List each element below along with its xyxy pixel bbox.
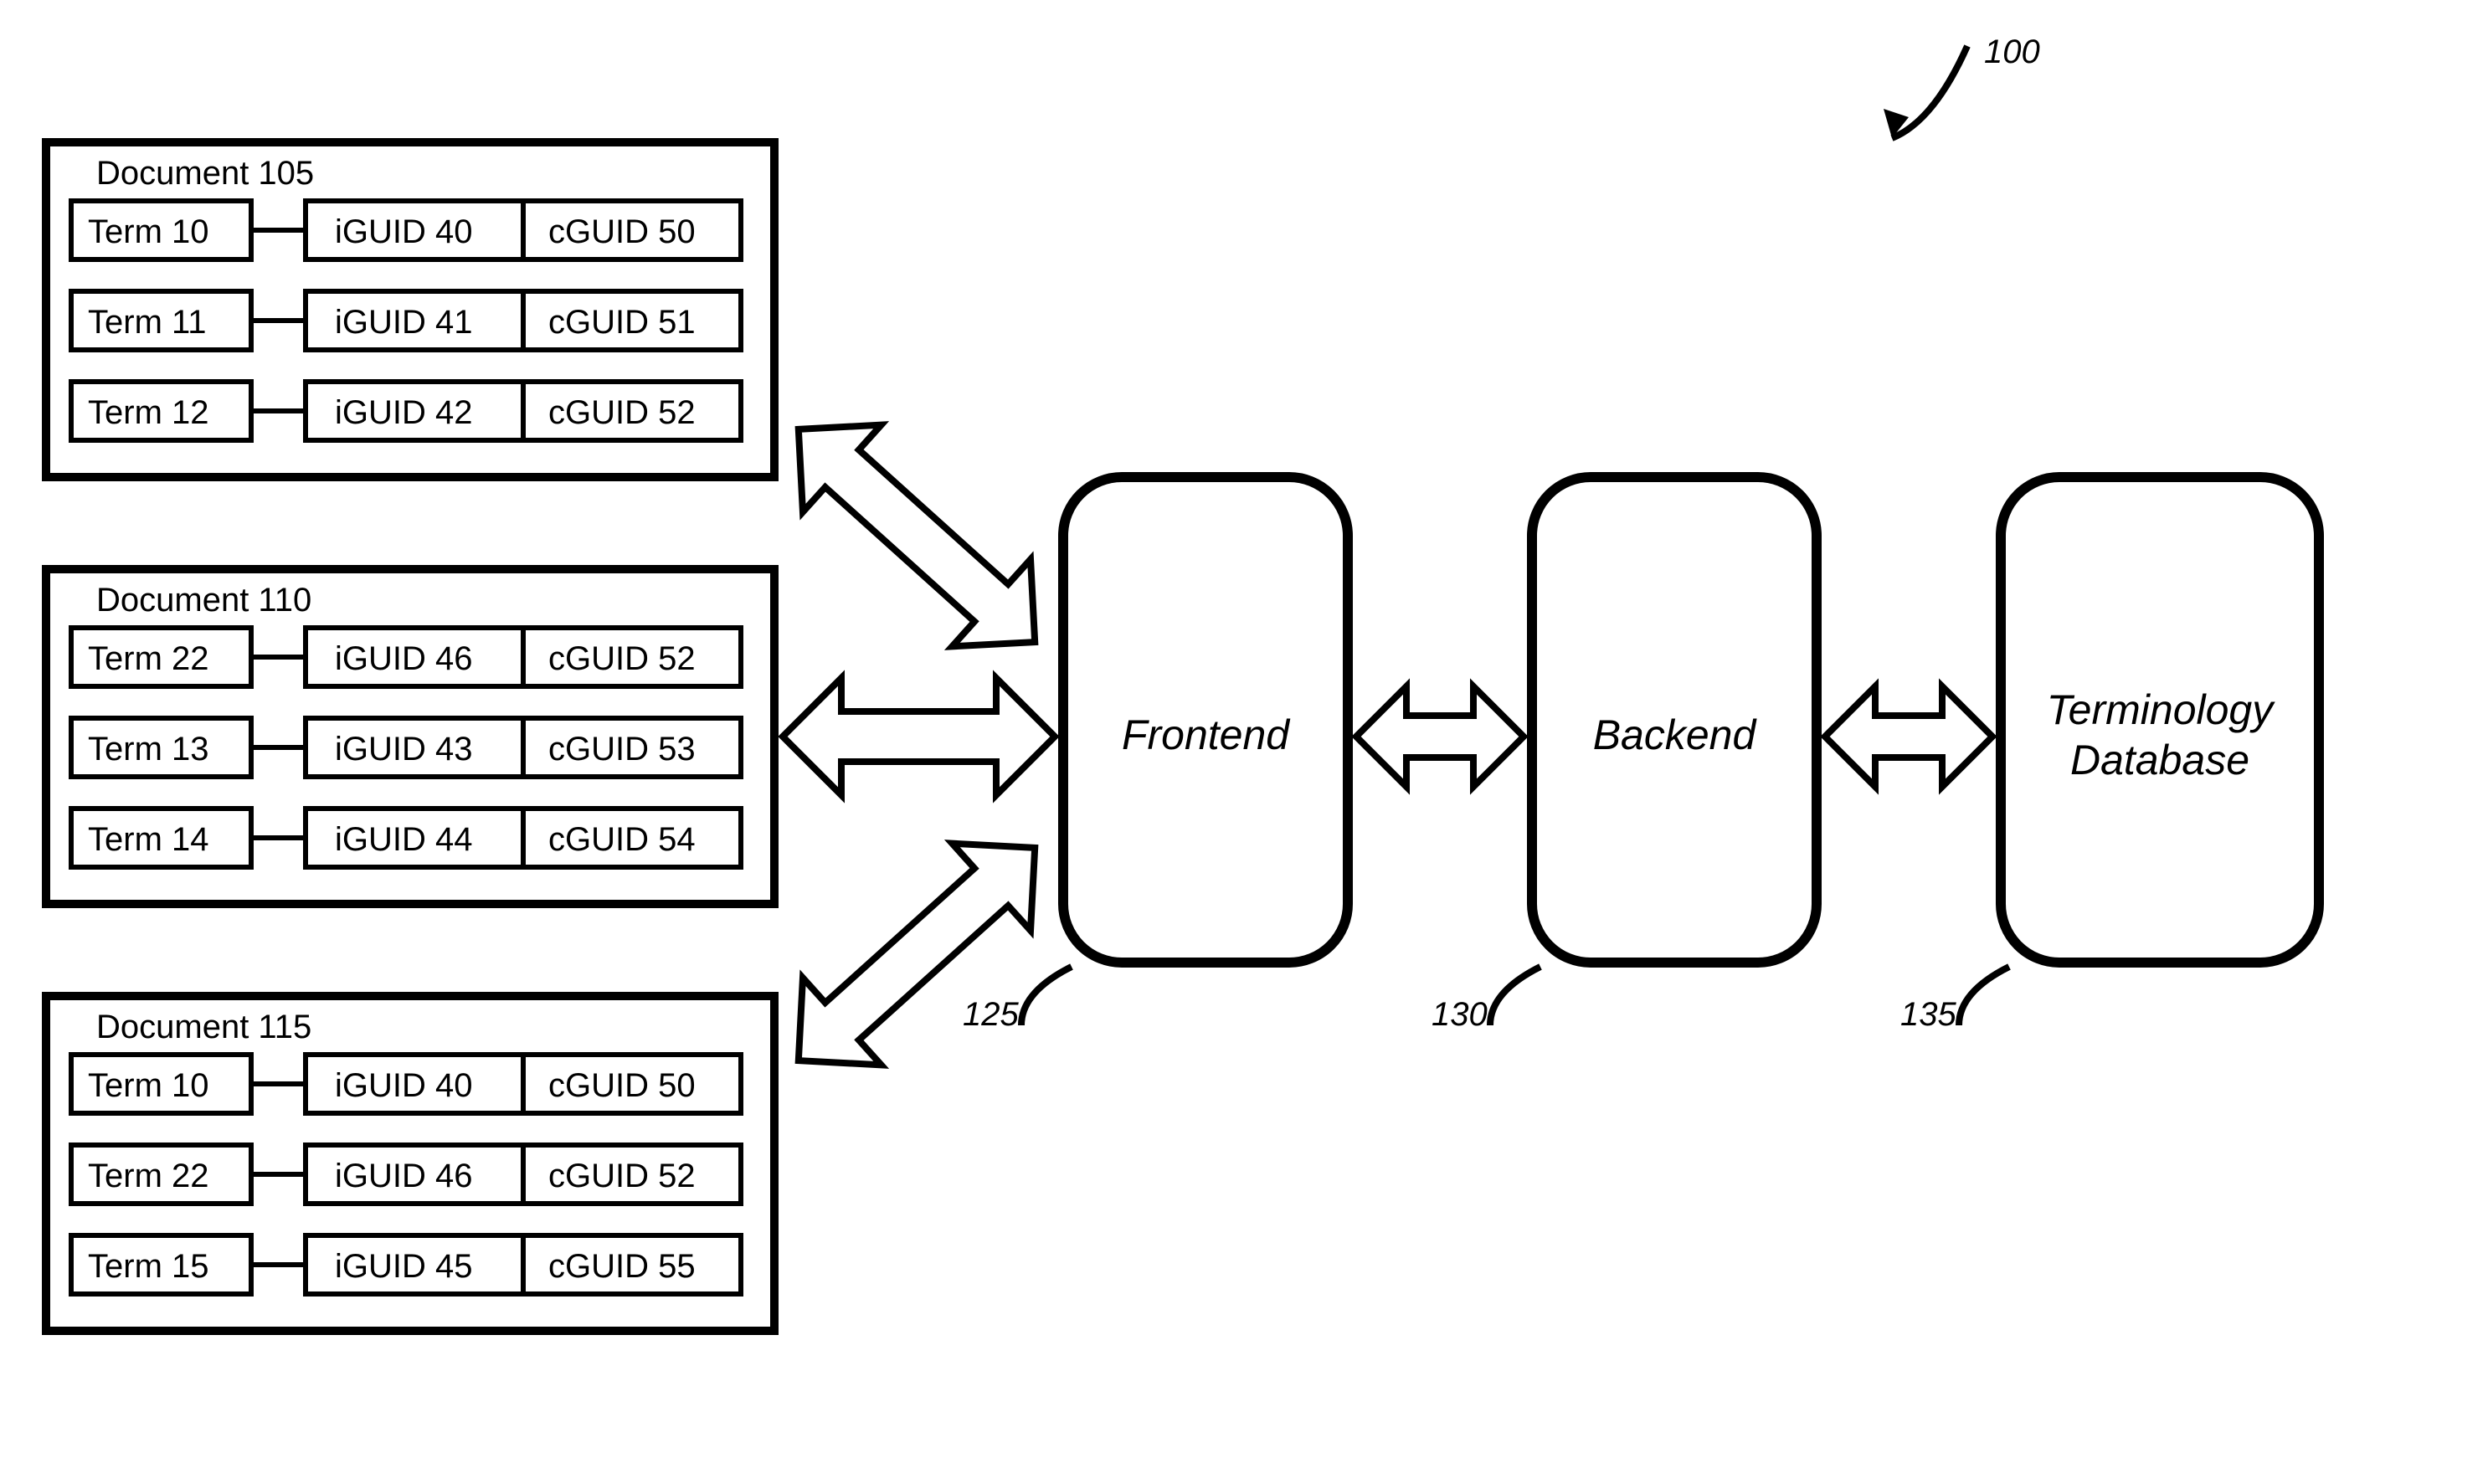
figure-ref-100: 100 xyxy=(1884,33,2040,138)
document-title: Document 110 xyxy=(96,582,311,619)
cguid-cell: cGUID 54 xyxy=(548,821,696,858)
table-row: Term 10 iGUID 40 cGUID 50 xyxy=(71,1055,741,1113)
table-row: Term 10 iGUID 40 cGUID 50 xyxy=(71,201,741,259)
figure-ref-label: 100 xyxy=(1984,33,2040,70)
database-ref: 135 xyxy=(1900,996,1956,1033)
term-cell: Term 11 xyxy=(88,304,207,341)
term-cell: Term 22 xyxy=(88,640,209,677)
double-arrow-icon xyxy=(759,804,1074,1104)
backend-ref: 130 xyxy=(1432,996,1488,1033)
document-box-110: Document 110 Term 22 iGUID 46 cGUID 52 T… xyxy=(46,569,774,904)
iguid-cell: iGUID 40 xyxy=(335,213,473,250)
term-cell: Term 15 xyxy=(88,1248,209,1285)
cguid-cell: cGUID 52 xyxy=(548,1158,696,1194)
iguid-cell: iGUID 41 xyxy=(335,304,473,341)
table-row: Term 11 iGUID 41 cGUID 51 xyxy=(71,291,741,350)
term-cell: Term 12 xyxy=(88,394,209,431)
table-row: Term 14 iGUID 44 cGUID 54 xyxy=(71,809,741,867)
iguid-cell: iGUID 45 xyxy=(335,1248,473,1285)
term-cell: Term 10 xyxy=(88,213,209,250)
cguid-cell: cGUID 52 xyxy=(548,640,696,677)
backend-label: Backend xyxy=(1593,711,1758,758)
iguid-cell: iGUID 44 xyxy=(335,821,473,858)
frontend-label: Frontend xyxy=(1122,711,1291,758)
cguid-cell: cGUID 50 xyxy=(548,1067,696,1104)
double-arrow-icon xyxy=(1825,686,1992,787)
iguid-cell: iGUID 46 xyxy=(335,640,473,677)
term-cell: Term 22 xyxy=(88,1158,209,1194)
document-title: Document 115 xyxy=(96,1009,311,1045)
cguid-cell: cGUID 55 xyxy=(548,1248,696,1285)
database-label-line2: Database xyxy=(2070,737,2249,783)
iguid-cell: iGUID 42 xyxy=(335,394,473,431)
cguid-cell: cGUID 51 xyxy=(548,304,696,341)
iguid-cell: iGUID 40 xyxy=(335,1067,473,1104)
cguid-cell: cGUID 50 xyxy=(548,213,696,250)
table-row: Term 13 iGUID 43 cGUID 53 xyxy=(71,718,741,777)
double-arrow-icon xyxy=(1356,686,1524,787)
table-row: Term 15 iGUID 45 cGUID 55 xyxy=(71,1235,741,1294)
double-arrow-icon xyxy=(759,386,1074,686)
term-cell: Term 14 xyxy=(88,821,209,858)
table-row: Term 12 iGUID 42 cGUID 52 xyxy=(71,382,741,440)
cguid-cell: cGUID 53 xyxy=(548,731,696,768)
frontend-ref: 125 xyxy=(963,996,1019,1033)
document-box-115: Document 115 Term 10 iGUID 40 cGUID 50 T… xyxy=(46,996,774,1331)
double-arrow-icon xyxy=(783,678,1055,795)
database-label-line1: Terminology xyxy=(2047,686,2276,733)
table-row: Term 22 iGUID 46 cGUID 52 xyxy=(71,1145,741,1204)
term-cell: Term 13 xyxy=(88,731,209,768)
document-box-105: Document 105 Term 10 iGUID 40 cGUID 50 T… xyxy=(46,142,774,477)
cguid-cell: cGUID 52 xyxy=(548,394,696,431)
document-title: Document 105 xyxy=(96,155,314,192)
diagram-stage: 100 Document 105 Term 10 iGUID 40 cGUID … xyxy=(0,0,2488,1484)
table-row: Term 22 iGUID 46 cGUID 52 xyxy=(71,628,741,686)
iguid-cell: iGUID 46 xyxy=(335,1158,473,1194)
iguid-cell: iGUID 43 xyxy=(335,731,473,768)
term-cell: Term 10 xyxy=(88,1067,209,1104)
